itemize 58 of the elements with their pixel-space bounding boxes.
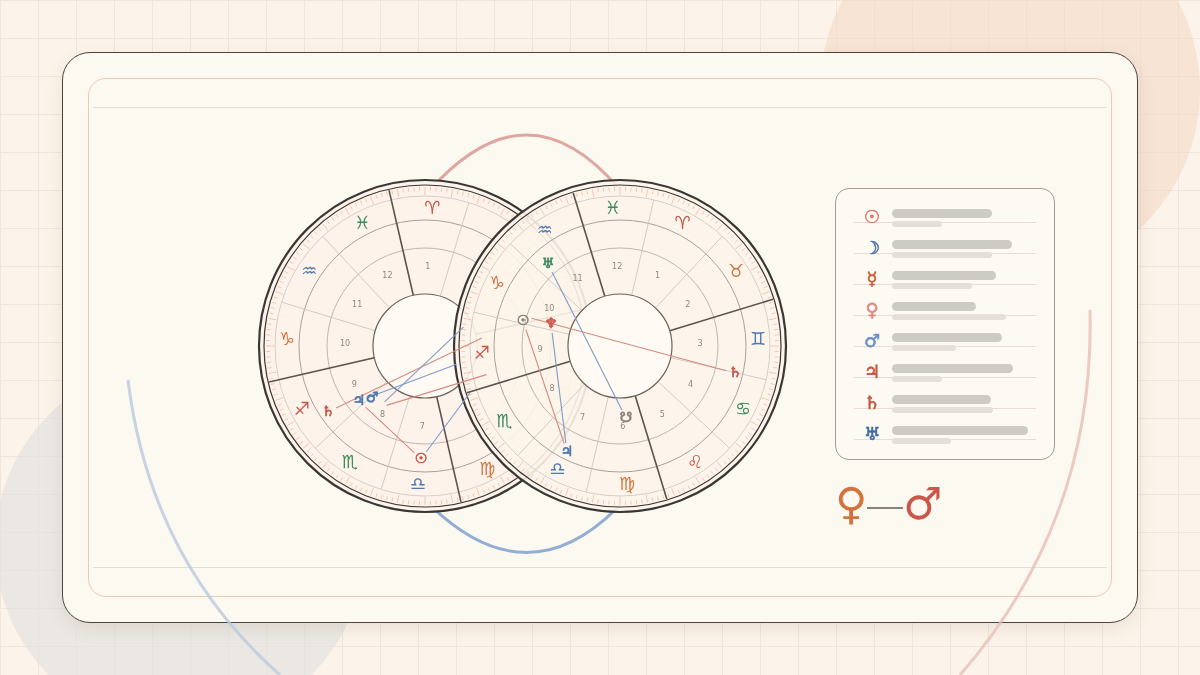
house-number: 11 — [352, 299, 363, 309]
connector-line — [867, 507, 904, 509]
planet-glyph: ♂ — [862, 329, 882, 353]
house-number: 9 — [537, 344, 543, 354]
planet-glyph: ♃ — [352, 392, 366, 408]
zodiac-sign: ♊ — [749, 327, 766, 349]
house-number: 8 — [549, 384, 555, 394]
planet-glyph: ♀ — [835, 480, 868, 528]
zodiac-sign: ♍ — [619, 472, 636, 494]
zodiac-sign: ♑ — [279, 327, 296, 349]
zodiac-sign: ♎ — [549, 457, 566, 479]
planet-glyph: ♄ — [862, 391, 882, 415]
planet-glyph: ☉ — [516, 312, 530, 328]
house-number: 11 — [572, 274, 583, 284]
house-number: 4 — [688, 379, 694, 389]
house-number: 8 — [380, 409, 386, 419]
zodiac-sign: ♓ — [354, 212, 371, 234]
planet-glyph: ♀ — [864, 298, 880, 322]
planet-glyph: ☿ — [865, 267, 879, 291]
house-number: 1 — [425, 262, 431, 272]
zodiac-sign: ♈ — [674, 212, 691, 234]
planet-glyph: ☽ — [862, 236, 882, 260]
zodiac-sign: ♐ — [293, 397, 311, 419]
zodiac-sign: ♉ — [727, 259, 744, 281]
house-number: 1 — [655, 271, 661, 281]
planet-glyph: ♅ — [862, 422, 882, 446]
planet-glyph: ♆ — [544, 315, 558, 331]
house-number: 9 — [351, 379, 357, 389]
zodiac-sign: ♍ — [479, 457, 496, 479]
house-number: 12 — [382, 271, 393, 281]
planet-glyph: ♃ — [560, 443, 574, 459]
house-number: 12 — [612, 262, 623, 272]
zodiac-sign: ♎ — [409, 472, 426, 494]
zodiac-sign: ♈ — [424, 197, 441, 219]
zodiac-sign: ♓ — [604, 197, 621, 219]
zodiac-sign: ♑ — [488, 272, 506, 294]
house-number: 7 — [419, 421, 425, 431]
planet-glyph: ♄ — [321, 403, 335, 419]
zodiac-sign: ♌ — [687, 450, 704, 472]
planet-glyph: ♃ — [862, 360, 882, 384]
zodiac-sign: ♏ — [496, 410, 513, 432]
house-number: 2 — [685, 299, 691, 309]
planet-glyph: ☉ — [862, 205, 882, 229]
planet-glyph: ♂ — [903, 480, 943, 528]
planet-glyph: ☉ — [414, 450, 428, 466]
zodiac-sign: ♐ — [474, 342, 491, 364]
planet-glyph: ♄ — [728, 364, 742, 380]
house-number: 10 — [544, 304, 555, 314]
house-number: 5 — [659, 409, 665, 419]
zodiac-sign: ♋ — [734, 397, 752, 419]
zodiac-sign: ♒ — [301, 259, 318, 281]
house-number: 3 — [697, 339, 703, 349]
house-number: 6 — [620, 421, 626, 431]
planet-glyph: ♅ — [541, 255, 555, 271]
zodiac-sign: ♏ — [341, 450, 358, 472]
house-number: 10 — [339, 339, 351, 349]
zodiac-sign: ♒ — [536, 219, 553, 241]
house-number: 7 — [579, 412, 585, 422]
